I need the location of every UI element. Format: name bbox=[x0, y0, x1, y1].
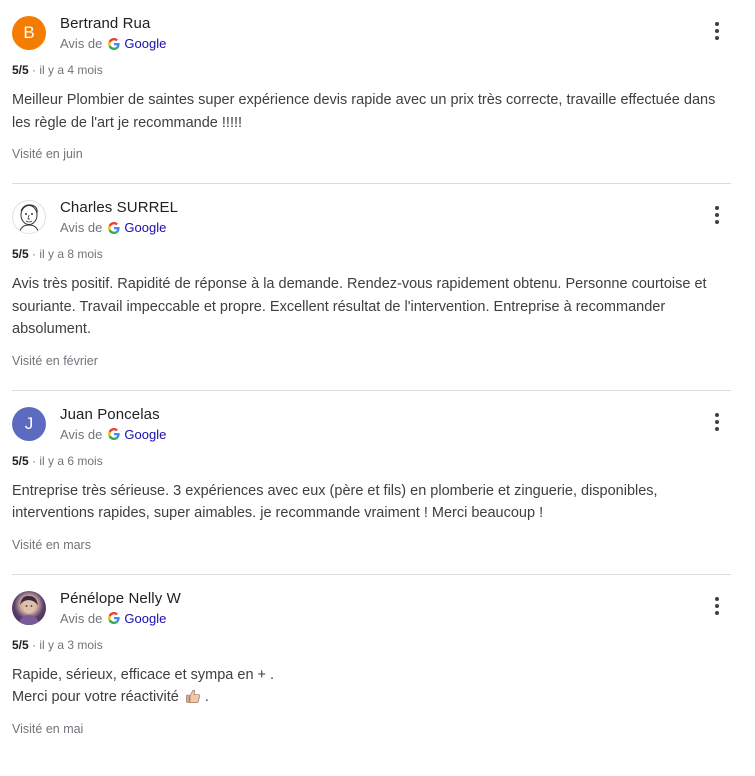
source-brand: Google bbox=[124, 220, 167, 235]
review-time: il y a 3 mois bbox=[39, 637, 103, 652]
more-options-icon[interactable] bbox=[711, 412, 723, 435]
google-icon bbox=[108, 221, 121, 234]
source-label: Avis de bbox=[60, 220, 103, 235]
review-header: Charles SURREL Avis de Google bbox=[12, 184, 731, 236]
review-header: Pénélope Nelly W Avis de Google bbox=[12, 575, 731, 627]
review-source: Avis de Google bbox=[60, 611, 166, 626]
review-meta: 5/5 · il y a 4 mois bbox=[12, 63, 731, 77]
review-header: B Bertrand Rua Avis de Google bbox=[12, 0, 731, 52]
more-options-icon[interactable] bbox=[711, 206, 723, 228]
rating: 5/5 bbox=[12, 637, 29, 652]
avatar[interactable]: B bbox=[12, 16, 46, 50]
review-text: Rapide, sérieux, efficace et sympa en + … bbox=[12, 664, 731, 709]
avatar[interactable]: J bbox=[12, 406, 46, 441]
source-label: Avis de bbox=[60, 426, 103, 442]
review-time: il y a 8 mois bbox=[39, 247, 103, 261]
thumbs-up-emoji-icon bbox=[186, 689, 200, 703]
review-card: J Juan Poncelas Avis de Google 5/5 · il … bbox=[12, 389, 731, 574]
rating: 5/5 bbox=[12, 453, 29, 468]
avatar[interactable] bbox=[12, 590, 46, 625]
review-card: B Bertrand Rua Avis de Google 5/5 · il y… bbox=[12, 0, 731, 183]
review-card: Charles SURREL Avis de Google 5/5 · il y… bbox=[12, 183, 731, 390]
visited-date: Visité en février bbox=[12, 353, 98, 368]
visited-date: Visité en juin bbox=[12, 147, 83, 161]
google-icon bbox=[108, 428, 121, 440]
reviews-list: B Bertrand Rua Avis de Google 5/5 · il y… bbox=[12, 0, 731, 758]
rating: 5/5 bbox=[12, 247, 29, 261]
review-text-line-start: Merci pour votre réactivité bbox=[12, 689, 179, 705]
avatar[interactable] bbox=[12, 200, 46, 234]
review-source: Avis de Google bbox=[60, 427, 166, 442]
source-brand: Google bbox=[124, 426, 167, 442]
source-label: Avis de bbox=[60, 610, 103, 626]
review-source: Avis de Google bbox=[60, 220, 166, 235]
google-icon bbox=[108, 612, 121, 624]
review-header: J Juan Poncelas Avis de Google bbox=[12, 391, 731, 443]
review-text: Meilleur Plombier de saintes super expér… bbox=[12, 92, 716, 131]
source-label: Avis de bbox=[60, 36, 103, 51]
author-name[interactable]: Charles SURREL bbox=[60, 199, 178, 216]
review-time: il y a 4 mois bbox=[39, 63, 103, 77]
source-brand: Google bbox=[124, 36, 167, 51]
author-name[interactable]: Juan Poncelas bbox=[60, 406, 160, 423]
author-name[interactable]: Bertrand Rua bbox=[60, 15, 150, 32]
review-meta: 5/5 · il y a 6 mois bbox=[12, 454, 731, 468]
more-options-icon[interactable] bbox=[711, 596, 723, 619]
author-name[interactable]: Pénélope Nelly W bbox=[60, 590, 181, 607]
review-meta: 5/5 · il y a 8 mois bbox=[12, 247, 731, 261]
source-brand: Google bbox=[124, 610, 167, 626]
review-text-line-end: . bbox=[204, 689, 209, 705]
google-icon bbox=[108, 37, 121, 50]
rating: 5/5 bbox=[12, 63, 29, 77]
photo-portrait-icon bbox=[18, 595, 40, 625]
review-text: Entreprise très sérieuse. 3 expériences … bbox=[12, 482, 658, 522]
review-source: Avis de Google bbox=[60, 36, 166, 51]
sketch-portrait-icon bbox=[19, 204, 39, 232]
more-options-icon[interactable] bbox=[711, 22, 723, 44]
review-text-line: Merci pour votre réactivité . bbox=[12, 686, 731, 709]
visited-date: Visité en mars bbox=[12, 537, 91, 552]
review-meta: 5/5 · il y a 3 mois bbox=[12, 638, 731, 652]
visited-date: Visité en mai bbox=[12, 721, 84, 736]
review-card: Pénélope Nelly W Avis de Google 5/5 · il… bbox=[12, 573, 731, 758]
review-text-line: Rapide, sérieux, efficace et sympa en + … bbox=[12, 666, 275, 683]
review-time: il y a 6 mois bbox=[39, 453, 103, 468]
review-text: Avis très positif. Rapidité de réponse à… bbox=[12, 276, 707, 337]
